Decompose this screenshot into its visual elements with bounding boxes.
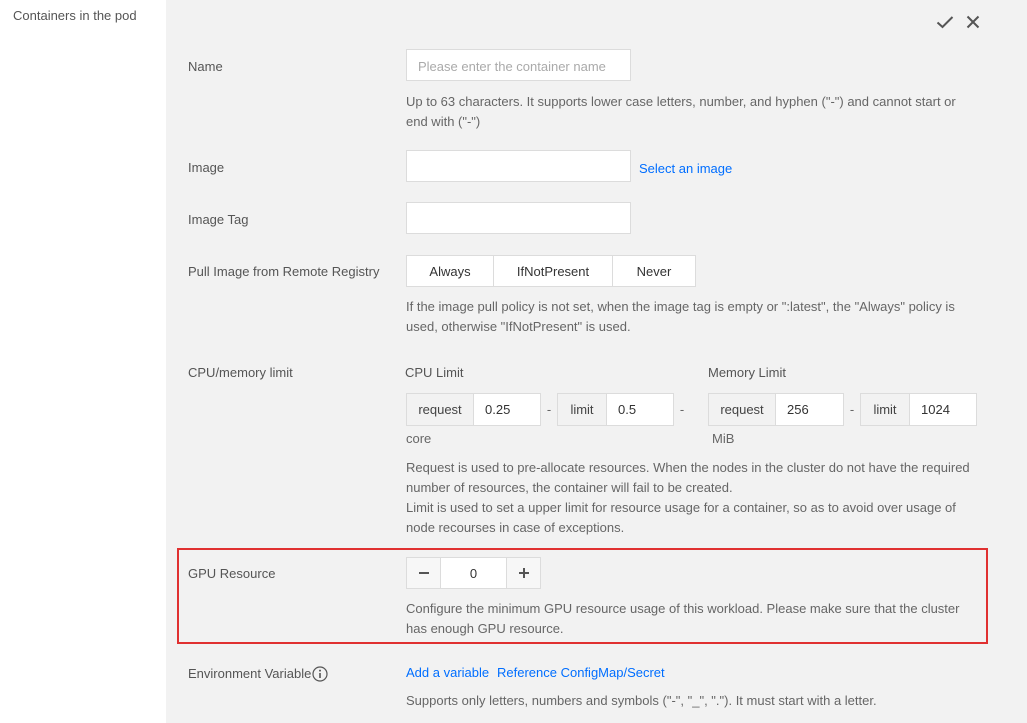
pull-hint-line: used, otherwise "IfNotPresent" is used.: [406, 319, 631, 334]
pull-hint-line: If the image pull policy is not set, whe…: [406, 299, 955, 314]
section-title: Containers in the pod: [13, 8, 137, 23]
cpu-limit-input[interactable]: 0.5: [607, 393, 674, 426]
gpu-stepper: 0: [406, 557, 541, 589]
minus-icon: [418, 572, 429, 574]
memory-limit-input[interactable]: 1024: [910, 393, 977, 426]
cpu-limit-addon: limit: [557, 393, 607, 426]
resource-hint: Request is used to pre-allocate resource…: [406, 458, 981, 538]
close-icon[interactable]: [963, 12, 983, 32]
name-hint: Up to 63 characters. It supports lower c…: [406, 92, 981, 132]
gpu-hint-line: has enough GPU resource.: [406, 621, 564, 636]
cpu-limit-title: CPU Limit: [405, 365, 464, 380]
select-image-link[interactable]: Select an image: [639, 161, 732, 176]
resource-hint-line: Request is used to pre-allocate resource…: [406, 460, 970, 475]
container-name-placeholder: Please enter the container name: [418, 59, 606, 74]
env-hint: Supports only letters, numbers and symbo…: [406, 693, 877, 708]
memory-unit: MiB: [712, 431, 735, 446]
gpu-resource-label: GPU Resource: [188, 566, 276, 581]
pull-option-ifnotpresent[interactable]: IfNotPresent: [494, 256, 613, 286]
cpu-request-input[interactable]: 0.25: [474, 393, 541, 426]
resource-hint-line: node recourses in case of exceptions.: [406, 520, 625, 535]
resource-hint-line: number of resources, the container will …: [406, 480, 733, 495]
gpu-decrement-button[interactable]: [407, 558, 440, 588]
container-edit-panel: Name Please enter the container name Up …: [166, 0, 1027, 723]
env-variable-label: Environment Variable: [188, 665, 328, 683]
container-name-input[interactable]: Please enter the container name: [406, 49, 631, 81]
check-icon[interactable]: [935, 12, 955, 32]
cpu-separator: -: [546, 402, 552, 417]
add-variable-link[interactable]: Add a variable: [406, 665, 489, 680]
env-variable-label-text: Environment Variable: [188, 666, 312, 681]
pull-option-never[interactable]: Never: [613, 256, 695, 286]
memory-request-addon: request: [708, 393, 776, 426]
memory-separator: -: [849, 402, 855, 417]
pull-policy-label: Pull Image from Remote Registry: [188, 264, 380, 279]
name-hint-line: end with ("-"): [406, 114, 481, 129]
gpu-hint: Configure the minimum GPU resource usage…: [406, 599, 981, 639]
memory-limit-group: request 256 - limit 1024: [708, 393, 977, 426]
cpu-limit-group: request 0.25 - limit 0.5 -: [406, 393, 690, 426]
image-tag-label: Image Tag: [188, 212, 249, 227]
info-icon[interactable]: [312, 665, 328, 682]
gpu-increment-button[interactable]: [507, 558, 540, 588]
pull-policy-segmented: Always IfNotPresent Never: [406, 255, 696, 287]
cpu-request-addon: request: [406, 393, 474, 426]
panel-actions: [935, 12, 983, 32]
image-label: Image: [188, 160, 225, 175]
resource-hint-line: Limit is used to set a upper limit for r…: [406, 500, 956, 515]
cpu-memory-label: CPU/memory limit: [188, 365, 293, 380]
reference-configmap-secret-link[interactable]: Reference ConfigMap/Secret: [497, 665, 665, 680]
name-hint-line: Up to 63 characters. It supports lower c…: [406, 94, 956, 109]
cpu-trailing-separator: -: [679, 402, 685, 417]
memory-limit-title: Memory Limit: [708, 365, 787, 380]
name-label: Name: [188, 59, 223, 74]
gpu-hint-line: Configure the minimum GPU resource usage…: [406, 601, 960, 616]
gpu-value-input[interactable]: 0: [440, 558, 507, 588]
memory-limit-addon: limit: [860, 393, 910, 426]
memory-request-input[interactable]: 256: [776, 393, 844, 426]
pull-option-always[interactable]: Always: [407, 256, 494, 286]
cpu-unit: core: [406, 431, 432, 446]
image-tag-input[interactable]: [406, 202, 631, 234]
left-column: Containers in the pod: [0, 0, 166, 723]
image-input[interactable]: [406, 150, 631, 182]
pull-policy-hint: If the image pull policy is not set, whe…: [406, 297, 981, 337]
plus-icon: [518, 568, 529, 578]
